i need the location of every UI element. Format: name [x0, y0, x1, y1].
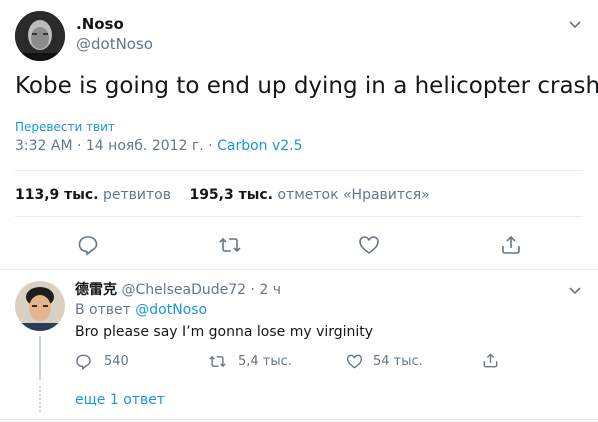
reply-retweet-count: 5,4 тыс. — [238, 353, 292, 369]
meta-separator: · — [203, 138, 218, 154]
reply-count: 540 — [104, 353, 129, 369]
likes-count: 195,3 тыс. — [189, 187, 274, 203]
reply-thread-line — [39, 336, 41, 380]
author-handle[interactable]: @dotNoso — [76, 35, 153, 53]
timestamp[interactable]: 3:32 AM · 14 нояб. 2012 г. — [15, 138, 204, 154]
reply-icon — [75, 353, 92, 370]
replying-to: В ответ @dotNoso — [75, 302, 207, 319]
reply-author-handle[interactable]: @ChelseaDude72 — [121, 282, 246, 298]
reply-time[interactable]: · 2 ч — [246, 282, 282, 298]
reply-action-retweet[interactable]: 5,4 тыс. — [208, 352, 292, 370]
divider — [15, 216, 583, 217]
source-link[interactable]: Carbon v2.5 — [217, 138, 302, 154]
tweet-meta: 3:32 AM · 14 нояб. 2012 г. · Carbon v2.5 — [15, 138, 303, 155]
retweets-label: ретвитов — [103, 187, 171, 203]
translate-link[interactable]: Перевести твит — [15, 120, 115, 135]
reply-avatar[interactable] — [15, 281, 65, 331]
reply-author-name[interactable]: 德雷克 — [75, 282, 117, 298]
likes-stat[interactable]: 195,3 тыс. отметок «Нравится» — [189, 187, 429, 203]
reply-share-icon[interactable] — [482, 352, 499, 369]
tweet-stats: 113,9 тыс. ретвитов 195,3 тыс. отметок «… — [15, 187, 430, 204]
reply-like-count: 54 тыс. — [373, 353, 423, 369]
reply-header: 德雷克 @ChelseaDude72 · 2 ч — [75, 282, 281, 299]
show-more-replies-link[interactable]: еще 1 ответ — [75, 392, 165, 409]
replying-to-handle[interactable]: @dotNoso — [135, 302, 207, 318]
reply-chevron-down-icon[interactable] — [567, 282, 583, 298]
bottom-divider — [0, 419, 598, 420]
reply-icon[interactable] — [77, 234, 99, 256]
heart-icon[interactable] — [358, 234, 380, 256]
retweet-icon[interactable] — [218, 234, 242, 256]
likes-label: отметок «Нравится» — [277, 187, 430, 203]
tweet-text: Kobe is going to end up dying in a helic… — [15, 73, 598, 99]
retweets-stat[interactable]: 113,9 тыс. ретвитов — [15, 187, 175, 203]
chevron-down-icon[interactable] — [567, 16, 583, 32]
reply-action-like[interactable]: 54 тыс. — [346, 352, 423, 370]
divider — [15, 170, 583, 171]
reply-text: Bro please say I’m gonna lose my virgini… — [75, 324, 374, 340]
heart-icon — [346, 353, 363, 370]
reply-action-reply[interactable]: 540 — [75, 352, 129, 370]
avatar[interactable] — [15, 11, 65, 61]
retweet-icon — [208, 353, 227, 370]
more-replies-dots — [39, 386, 41, 412]
replying-to-prefix: В ответ — [75, 302, 131, 318]
retweets-count: 113,9 тыс. — [15, 187, 99, 203]
author-name[interactable]: .Noso — [76, 15, 124, 33]
share-icon[interactable] — [500, 234, 522, 256]
section-divider — [0, 269, 598, 270]
